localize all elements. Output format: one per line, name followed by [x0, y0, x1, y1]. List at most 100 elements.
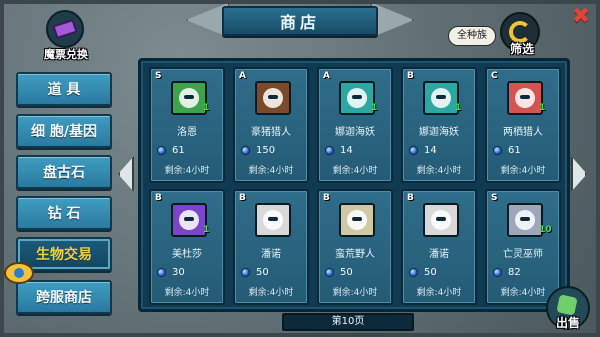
price-value: 14 — [340, 145, 353, 156]
price: 61 — [493, 145, 521, 156]
price-value: 61 — [508, 145, 521, 156]
creature-name: 娜迦海妖 — [335, 127, 375, 138]
gem-icon — [325, 146, 334, 155]
price: 50 — [409, 267, 437, 278]
page-indicator: 第10页 — [282, 313, 414, 331]
page-title: 商店 — [222, 6, 378, 36]
naga-portrait-icon — [339, 81, 375, 115]
ticket-icon — [46, 10, 84, 48]
gem-icon — [493, 268, 502, 277]
rank-badge: B — [323, 193, 330, 203]
price: 150 — [241, 145, 275, 156]
remaining-time: 剩余:4小时 — [332, 288, 378, 298]
shop-grid-panel: S 1 洛恩 61 剩余:4小时 A 豪猪猎人 150 剩余:4小时 A 1 娜… — [138, 58, 570, 312]
rank-badge: C — [491, 71, 498, 81]
rank-badge: A — [239, 71, 246, 81]
price: 30 — [157, 267, 185, 278]
remaining-time: 剩余:4小时 — [164, 166, 210, 176]
creature-name: 两栖猎人 — [503, 127, 543, 138]
creature-card[interactable]: B 潘诺 50 剩余:4小时 — [233, 189, 309, 305]
creature-card[interactable]: A 1 娜迦海妖 14 剩余:4小时 — [317, 67, 393, 183]
creature-card[interactable]: B 1 美杜莎 30 剩余:4小时 — [149, 189, 225, 305]
gem-icon — [157, 268, 166, 277]
level-indicator: 1 — [455, 103, 462, 113]
sell-button[interactable]: 出售 — [546, 286, 592, 332]
close-button[interactable]: ✖ — [570, 6, 592, 28]
creature-name: 潘诺 — [261, 249, 281, 260]
medusa-portrait-icon — [171, 203, 207, 237]
price-value: 30 — [172, 267, 185, 278]
menu-item-cells-genes[interactable]: 细 胞/基因 — [16, 114, 112, 148]
price: 82 — [493, 267, 521, 278]
creature-card[interactable]: A 豪猪猎人 150 剩余:4小时 — [233, 67, 309, 183]
creature-card[interactable]: B 潘诺 50 剩余:4小时 — [401, 189, 477, 305]
creature-name: 美杜莎 — [172, 249, 202, 260]
rank-badge: B — [155, 193, 162, 203]
remaining-time: 剩余:4小时 — [164, 288, 210, 298]
gem-icon — [409, 268, 418, 277]
price-value: 61 — [172, 145, 185, 156]
rank-badge: S — [155, 71, 162, 81]
rank-badge: A — [323, 71, 330, 81]
level-indicator: 1 — [539, 103, 546, 113]
dragon-portrait-icon — [171, 81, 207, 115]
creature-name: 蛮荒野人 — [335, 249, 375, 260]
creature-card[interactable]: C 1 两栖猎人 61 剩余:4小时 — [485, 67, 561, 183]
price-value: 50 — [424, 267, 437, 278]
creature-name: 亡灵巫师 — [503, 249, 543, 260]
creature-name: 潘诺 — [429, 249, 449, 260]
price: 50 — [325, 267, 353, 278]
price-value: 50 — [256, 267, 269, 278]
creature-card[interactable]: B 蛮荒野人 50 剩余:4小时 — [317, 189, 393, 305]
level-indicator: 10 — [539, 225, 552, 235]
sell-label: 出售 — [556, 316, 581, 330]
gem-icon — [409, 146, 418, 155]
remaining-time: 剩余:4小时 — [332, 166, 378, 176]
rank-badge: B — [407, 71, 414, 81]
filter-area: 全种族 筛选 — [444, 12, 544, 56]
price-value: 14 — [424, 145, 437, 156]
gem-icon — [493, 146, 502, 155]
gem-icon — [241, 268, 250, 277]
creature-name: 洛恩 — [177, 127, 197, 138]
price: 50 — [241, 267, 269, 278]
ticket-exchange-label: 魔票兑换 — [44, 48, 88, 61]
skull-portrait-icon — [255, 203, 291, 237]
level-indicator: 1 — [203, 103, 210, 113]
price-value: 82 — [508, 267, 521, 278]
price: 14 — [325, 145, 353, 156]
creature-card[interactable]: B 1 娜迦海妖 14 剩余:4小时 — [401, 67, 477, 183]
menu-item-diamond[interactable]: 钻 石 — [16, 196, 112, 230]
gem-icon — [325, 268, 334, 277]
gem-icon — [157, 146, 166, 155]
menu-item-items[interactable]: 道 具 — [16, 72, 112, 106]
amphibian-portrait-icon — [507, 81, 543, 115]
rank-badge: S — [491, 193, 498, 203]
necromancer-portrait-icon — [507, 203, 543, 237]
price-value: 150 — [256, 145, 276, 156]
level-indicator: 1 — [203, 225, 210, 235]
menu-item-pangu-stone[interactable]: 盘古石 — [16, 155, 112, 189]
price-value: 50 — [340, 267, 353, 278]
skull-portrait-icon — [423, 203, 459, 237]
creature-name: 豪猪猎人 — [251, 127, 291, 138]
price: 14 — [409, 145, 437, 156]
race-filter-tag[interactable]: 全种族 — [448, 26, 496, 46]
menu-item-cross-server-shop[interactable]: 跨服商店 — [16, 280, 112, 314]
savage-portrait-icon — [339, 203, 375, 237]
ticket-exchange-button[interactable]: 魔票兑换 — [36, 10, 96, 62]
naga-portrait-icon — [423, 81, 459, 115]
filter-label: 筛选 — [509, 42, 534, 56]
rank-badge: B — [239, 193, 246, 203]
rank-badge: B — [407, 193, 414, 203]
price: 61 — [157, 145, 185, 156]
boar-portrait-icon — [255, 81, 291, 115]
remaining-time: 剩余:4小时 — [416, 288, 462, 298]
creature-name: 娜迦海妖 — [419, 127, 459, 138]
beetle-icon — [4, 262, 34, 284]
level-indicator: 1 — [371, 103, 378, 113]
remaining-time: 剩余:4小时 — [416, 166, 462, 176]
creature-card[interactable]: S 1 洛恩 61 剩余:4小时 — [149, 67, 225, 183]
remaining-time: 剩余:4小时 — [500, 166, 546, 176]
gem-icon — [241, 146, 250, 155]
